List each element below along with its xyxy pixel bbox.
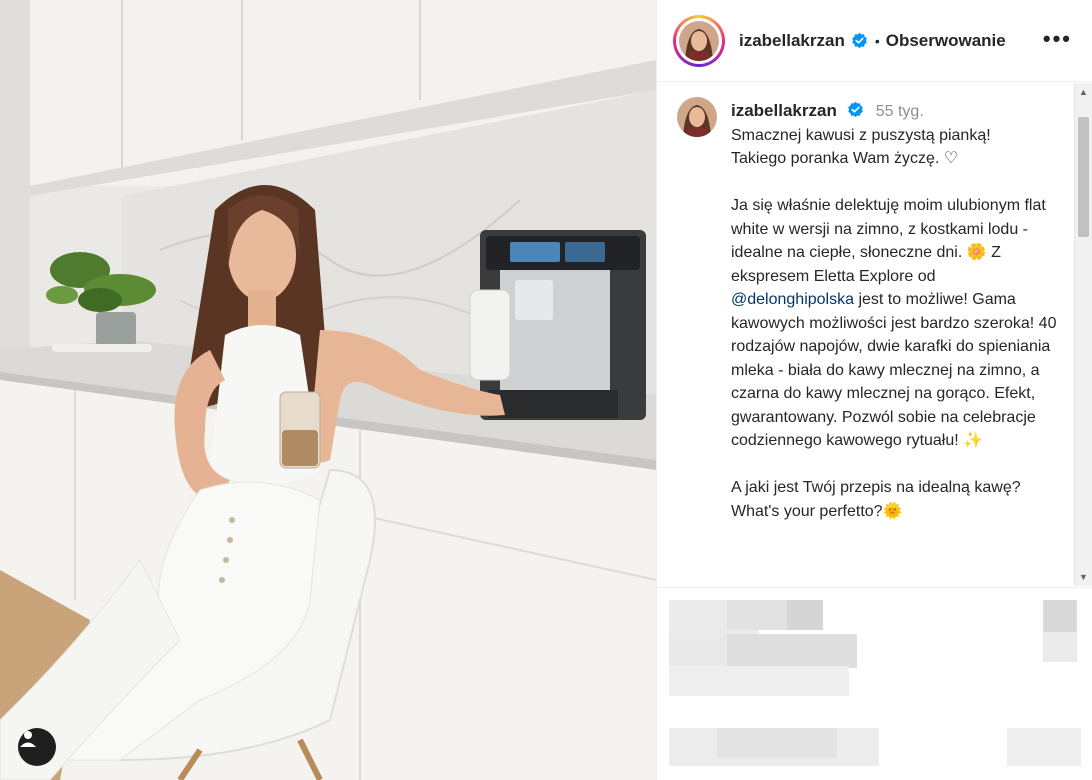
caption-text-before-mention: Ja się właśnie delektuję moim ulubionym …	[731, 197, 1046, 285]
scroll-down-arrow-icon[interactable]: ▼	[1079, 572, 1088, 582]
post-photo[interactable]	[0, 0, 656, 780]
scroll-up-arrow-icon[interactable]: ▲	[1079, 87, 1088, 97]
story-ring[interactable]	[673, 14, 725, 67]
pixelated-block	[727, 600, 787, 630]
pixelated-block	[727, 634, 857, 668]
scrollbar-thumb[interactable]	[1078, 117, 1089, 237]
caption-text-after-mention: jest to możliwe! Gama kawowych możliwośc…	[731, 291, 1057, 449]
post-header: izabellakrzan • Obserwowanie •••	[657, 0, 1092, 82]
caption-paragraph-3: A jaki jest Twój przepis na idealną kawę…	[731, 479, 1021, 520]
caption-username[interactable]: izabellakrzan	[731, 101, 837, 120]
caption-paragraph-1: Smacznej kawusi z puszystą pianką! Takie…	[731, 126, 991, 168]
caption-body: izabellakrzan 55 tyg. Smacznej kawusi z …	[731, 99, 1061, 523]
pixelated-block	[1043, 600, 1077, 632]
pixelated-block	[1007, 728, 1081, 766]
user-tag-button[interactable]	[18, 728, 56, 766]
pixelated-block	[1043, 632, 1077, 662]
caption-scrollbar[interactable]: ▲ ▼	[1074, 83, 1092, 586]
user-tag-icon	[20, 731, 36, 747]
profile-avatar	[679, 20, 719, 61]
post-time[interactable]: 55 tyg.	[876, 103, 924, 120]
mention-link[interactable]: @delonghipolska	[731, 291, 854, 308]
caption-avatar[interactable]	[677, 97, 717, 137]
pixelated-comments-area	[657, 587, 1092, 780]
verified-badge-icon	[852, 32, 867, 49]
verified-badge-icon	[848, 101, 864, 118]
header-separator: •	[874, 32, 880, 49]
photo-illustration	[0, 0, 656, 780]
header-username[interactable]: izabellakrzan	[739, 31, 845, 51]
pixelated-block	[669, 666, 849, 696]
caption-area: izabellakrzan 55 tyg. Smacznej kawusi z …	[657, 83, 1092, 586]
caption-paragraph-2: Ja się właśnie delektuję moim ulubionym …	[731, 194, 1061, 453]
more-options-icon[interactable]: •••	[1043, 28, 1072, 50]
follow-status-button[interactable]: Obserwowanie	[886, 31, 1006, 51]
post-side-panel: izabellakrzan • Obserwowanie ••• izabell…	[656, 0, 1092, 780]
pixelated-block	[717, 728, 837, 758]
pixelated-block	[787, 600, 823, 630]
